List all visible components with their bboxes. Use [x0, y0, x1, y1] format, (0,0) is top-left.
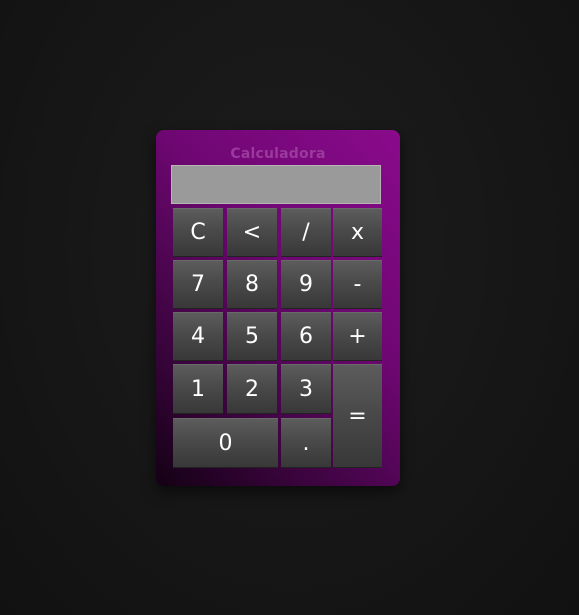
digit-6-button[interactable]: 6 — [281, 312, 331, 361]
clear-button[interactable]: C — [173, 208, 223, 257]
digit-0-button[interactable]: 0 — [173, 418, 278, 468]
digit-9-button[interactable]: 9 — [281, 260, 331, 309]
equals-button[interactable]: = — [333, 364, 382, 468]
digit-2-button[interactable]: 2 — [227, 364, 277, 414]
subtract-button[interactable]: - — [333, 260, 382, 309]
add-button[interactable]: + — [333, 312, 382, 361]
calculator-window: Calculadora C < / x 7 8 9 - 4 5 6 + 1 2 … — [156, 130, 400, 486]
multiply-button[interactable]: x — [333, 208, 382, 257]
digit-3-button[interactable]: 3 — [281, 364, 331, 414]
calculator-display — [171, 165, 381, 204]
digit-7-button[interactable]: 7 — [173, 260, 223, 309]
decimal-button[interactable]: . — [281, 418, 331, 468]
calculator-title: Calculadora — [230, 146, 326, 162]
digit-4-button[interactable]: 4 — [173, 312, 223, 361]
divide-button[interactable]: / — [281, 208, 331, 257]
digit-8-button[interactable]: 8 — [227, 260, 277, 309]
digit-1-button[interactable]: 1 — [173, 364, 223, 414]
digit-5-button[interactable]: 5 — [227, 312, 277, 361]
backspace-button[interactable]: < — [227, 208, 277, 257]
